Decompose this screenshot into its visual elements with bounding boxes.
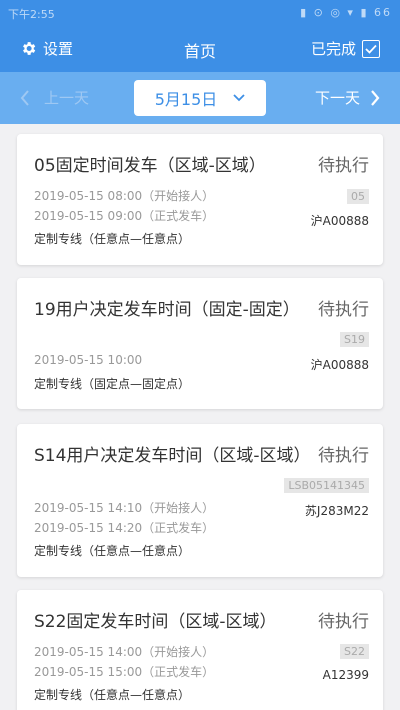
trip-route: 定制专线（任意点—任意点） (34, 232, 191, 246)
trip-code-badge: S22 (340, 644, 369, 659)
trip-time-line: 2019-05-15 15:00（正式发车） (34, 665, 215, 679)
next-day-label: 下一天 (314, 89, 360, 107)
date-picker[interactable]: 5月15日 (134, 80, 266, 116)
trip-time-line: 2019-05-15 10:00 (34, 353, 143, 367)
trip-title: 05固定时间发车（区域-区域） (34, 156, 266, 176)
trip-card[interactable]: 19用户决定发车时间（固定-固定） 待执行 S19 沪A00888 2019-0… (17, 278, 383, 409)
trip-time-line: 2019-05-15 08:00（开始接人） (34, 189, 215, 203)
trip-status: 待执行 (318, 156, 369, 176)
trip-code-badge: 05 (347, 189, 369, 204)
settings-label: 设置 (43, 40, 74, 58)
trip-route: 定制专线（任意点—任意点） (34, 544, 191, 558)
trip-code-badge: LSB05141345 (284, 478, 369, 493)
trip-time-line: 2019-05-15 14:10（开始接人） (34, 501, 215, 515)
vehicle-plate: 沪A00888 (310, 214, 369, 228)
trip-status: 待执行 (318, 446, 369, 466)
gear-icon (23, 42, 36, 55)
prev-day-button[interactable]: 上一天 (20, 87, 89, 108)
trip-code-badge: S19 (340, 332, 369, 347)
vehicle-plate: A12399 (322, 668, 369, 682)
chevron-down-icon (233, 94, 245, 102)
vehicle-plate: 苏J283M22 (304, 504, 369, 518)
next-day-button[interactable]: 下一天 (315, 87, 380, 108)
checkbox-icon (362, 39, 380, 58)
prev-day-label: 上一天 (44, 89, 90, 107)
trip-time-line: 2019-05-15 14:00（开始接人） (34, 645, 215, 659)
trip-title: S14用户决定发车时间（区域-区域） (34, 446, 311, 466)
trip-card[interactable]: S22固定发车时间（区域-区域） 待执行 S22 A12399 2019-05-… (17, 590, 383, 710)
trip-status: 待执行 (318, 612, 369, 632)
trip-card[interactable]: 05固定时间发车（区域-区域） 待执行 05 沪A00888 2019-05-1… (17, 134, 383, 265)
app-header: 设置 首页 已完成 (0, 26, 400, 72)
settings-button[interactable]: 设置 (20, 38, 73, 59)
trip-time-line: 2019-05-15 09:00（正式发车） (34, 209, 215, 223)
trip-title: S22固定发车时间（区域-区域） (34, 612, 277, 632)
vehicle-plate: 沪A00888 (310, 358, 369, 372)
status-bar: 下午2:55 ▮ ⊙ ◎ ▾ ▮ 66 (0, 0, 400, 26)
status-time: 下午2:55 (8, 8, 55, 21)
status-icons: ▮ ⊙ ◎ ▾ ▮ 66 (300, 6, 392, 19)
trip-time-line: 2019-05-15 14:20（正式发车） (34, 521, 215, 535)
selected-date: 5月15日 (154, 90, 218, 109)
chevron-left-icon (20, 89, 29, 106)
date-navigator: 上一天 5月15日 下一天 (0, 72, 400, 124)
completed-button[interactable]: 已完成 (311, 38, 380, 59)
completed-label: 已完成 (310, 40, 356, 58)
trip-title: 19用户决定发车时间（固定-固定） (34, 300, 300, 320)
trip-route: 定制专线（任意点—任意点） (34, 688, 191, 702)
chevron-right-icon (371, 89, 380, 106)
trip-route: 定制专线（固定点—固定点） (34, 377, 191, 391)
trip-card[interactable]: S14用户决定发车时间（区域-区域） 待执行 LSB05141345 苏J283… (17, 424, 383, 577)
trip-status: 待执行 (318, 300, 369, 320)
